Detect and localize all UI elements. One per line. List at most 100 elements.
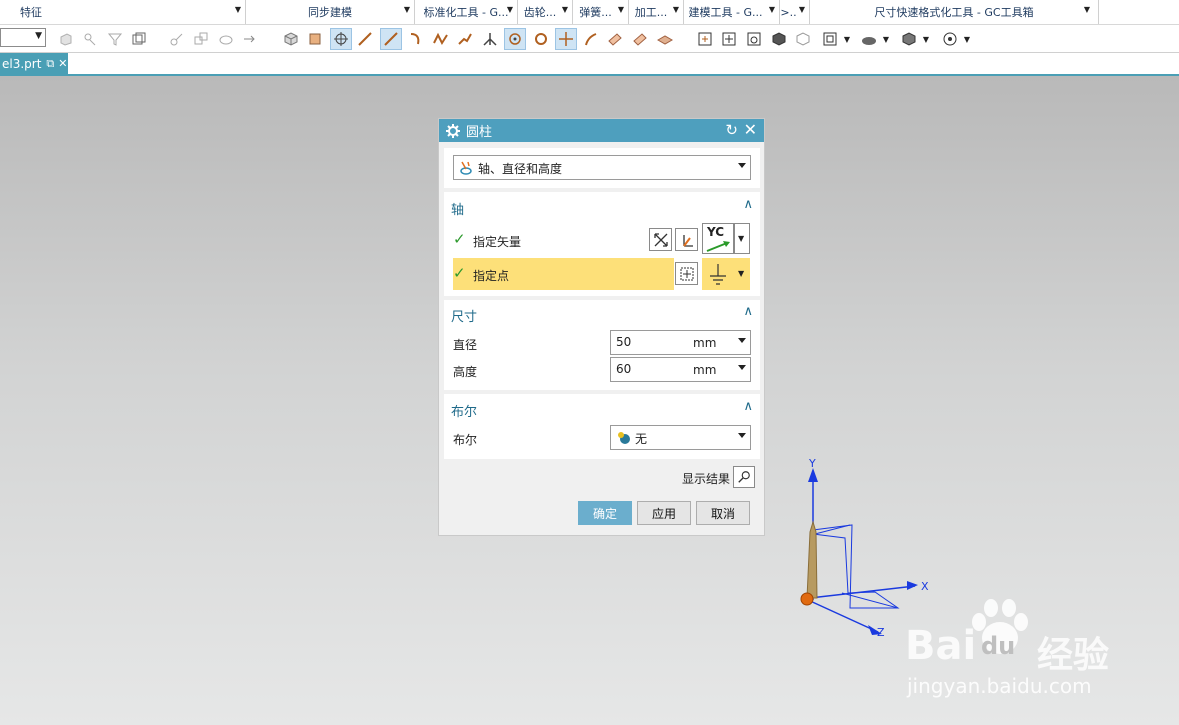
close-icon[interactable]: ✕ [744, 120, 757, 139]
ribbon-group-sync-modeling[interactable]: 同步建模 ▼ [246, 0, 415, 24]
center-point-icon[interactable] [504, 28, 526, 50]
quadrant-point-icon[interactable] [530, 28, 552, 50]
chevron-down-icon[interactable]: ▼ [961, 28, 973, 50]
curve-icon[interactable] [580, 28, 602, 50]
type-dropdown[interactable]: 轴、直径和高度 [453, 155, 751, 180]
ribbon-group-machining[interactable]: 加工... ▼ [629, 0, 684, 24]
ok-button[interactable]: 确定 [578, 501, 632, 525]
selection-filter-dropdown[interactable]: ▼ [0, 28, 46, 47]
ribbon-group-spring[interactable]: 弹簧... ▼ [573, 0, 629, 24]
chevron-down-icon[interactable]: ▼ [920, 28, 932, 50]
file-tab[interactable]: el3.prt ⧉ ✕ [0, 53, 68, 74]
point-dialog-button[interactable] [675, 262, 698, 285]
ribbon-group-modeling-tools[interactable]: 建模工具 - G... ▼ [684, 0, 780, 24]
snap-point-icon[interactable] [330, 28, 352, 50]
shaded-view-icon[interactable] [768, 28, 790, 50]
chevron-down-icon[interactable]: ▼ [618, 5, 624, 14]
polyline-icon[interactable] [454, 28, 476, 50]
line-snap-icon[interactable] [380, 28, 402, 50]
line-icon[interactable] [354, 28, 376, 50]
move-face-icon[interactable] [239, 28, 261, 50]
orient-view-icon[interactable] [898, 28, 920, 50]
chevron-down-icon[interactable]: ▼ [562, 5, 568, 14]
trim-icon[interactable] [166, 28, 188, 50]
cylinder-icon [460, 161, 472, 175]
vector-dialog-button[interactable] [675, 228, 698, 251]
ground-symbol-icon [710, 264, 726, 285]
chevron-down-icon[interactable]: ▼ [769, 5, 775, 14]
show-result-button[interactable] [733, 466, 755, 488]
chevron-down-icon[interactable]: ▼ [799, 5, 805, 14]
view-zoom-icon[interactable] [718, 28, 740, 50]
intersection-point-icon[interactable] [479, 28, 501, 50]
combine-icon[interactable] [190, 28, 212, 50]
specify-point-label: 指定点 [473, 269, 510, 283]
filter-icon[interactable] [104, 28, 126, 50]
axis-section-header[interactable]: 轴 [451, 199, 464, 218]
ribbon-group-bar: 特征 ▼ 同步建模 ▼ 标准化工具 - G... ▼ 齿轮... ▼ 弹簧... ▼ 加工… [0, 0, 1179, 25]
offset-face-icon[interactable] [215, 28, 237, 50]
chevron-down-icon[interactable] [738, 365, 746, 370]
spline-icon[interactable] [430, 28, 452, 50]
chevron-down-icon[interactable]: ▼ [880, 28, 892, 50]
wireframe-view-icon[interactable] [792, 28, 814, 50]
point-type-dropdown[interactable]: ▼ [735, 260, 750, 288]
diameter-field[interactable]: 50 mm [610, 330, 751, 355]
chevron-down-icon[interactable]: ▼ [235, 5, 241, 14]
sheet-icon[interactable] [654, 28, 676, 50]
vector-type-button[interactable]: YC [702, 223, 734, 254]
pattern-icon[interactable] [128, 28, 150, 50]
fit-window-icon[interactable] [819, 28, 841, 50]
apply-button[interactable]: 应用 [637, 501, 691, 525]
arc-icon[interactable] [405, 28, 427, 50]
view-rotate-icon[interactable] [743, 28, 765, 50]
dialog-title-bar[interactable]: 圆柱 ↻ ✕ [439, 119, 764, 142]
block-icon[interactable] [280, 28, 302, 50]
chevron-down-icon[interactable] [738, 338, 746, 343]
collapse-chevron-icon[interactable]: ∧ [743, 304, 753, 319]
cancel-button[interactable]: 取消 [696, 501, 750, 525]
boolean-section-header[interactable]: 布尔 [451, 401, 477, 420]
collapse-chevron-icon[interactable]: ∧ [743, 197, 753, 212]
ribbon-group-features[interactable]: 特征 ▼ [0, 0, 246, 24]
close-icon[interactable]: ✕ [58, 57, 67, 70]
draft-icon[interactable] [79, 28, 101, 50]
reverse-direction-button[interactable] [649, 228, 672, 251]
cylinder-solid-icon[interactable] [304, 28, 326, 50]
chevron-down-icon[interactable]: ▼ [1084, 5, 1090, 14]
height-unit[interactable]: mm [693, 363, 716, 377]
extrude-icon[interactable] [55, 28, 77, 50]
ribbon-group-label: 标准化工具 - G... [423, 6, 509, 19]
watermark-brand: Bai [905, 623, 977, 669]
face-point-icon[interactable] [604, 28, 626, 50]
chevron-down-icon[interactable]: ▼ [673, 5, 679, 14]
boolean-none-icon [618, 432, 630, 444]
collapse-chevron-icon[interactable]: ∧ [743, 399, 753, 414]
vector-type-dropdown[interactable]: ▼ [734, 223, 750, 254]
chevron-down-icon[interactable]: ▼ [841, 28, 853, 50]
face-curve-icon[interactable] [629, 28, 651, 50]
ribbon-group-standard-tools[interactable]: 标准化工具 - G... ▼ [415, 0, 518, 24]
render-style-icon[interactable] [858, 28, 880, 50]
chevron-down-icon[interactable]: ▼ [404, 5, 410, 14]
height-field[interactable]: 60 mm [610, 357, 751, 382]
dimensions-section-header[interactable]: 尺寸 [451, 306, 477, 325]
boolean-dropdown[interactable]: 无 [610, 425, 751, 450]
point-type-button[interactable] [704, 260, 732, 288]
ribbon-group-gc-toolbox[interactable]: 尺寸快速格式化工具 - GC工具箱 ▼ [810, 0, 1099, 24]
show-hide-icon[interactable] [939, 28, 961, 50]
z-axis-line [807, 599, 879, 633]
specify-vector-label: 指定矢量 [473, 235, 522, 249]
diameter-unit[interactable]: mm [693, 336, 716, 350]
origin-point [800, 592, 814, 606]
x-axis-arrow [907, 581, 918, 590]
boolean-section: 布尔 ∧ 布尔 无 [444, 394, 760, 459]
boolean-value: 无 [635, 432, 648, 446]
ribbon-group-gear[interactable]: 齿轮... ▼ [518, 0, 573, 24]
reset-icon[interactable]: ↻ [725, 121, 738, 139]
chevron-down-icon[interactable]: ▼ [507, 5, 513, 14]
chevron-down-icon [738, 433, 746, 438]
view-fit-icon[interactable] [694, 28, 716, 50]
cross-point-icon[interactable] [555, 28, 577, 50]
ribbon-group-more[interactable]: >.. ▼ [780, 0, 810, 24]
